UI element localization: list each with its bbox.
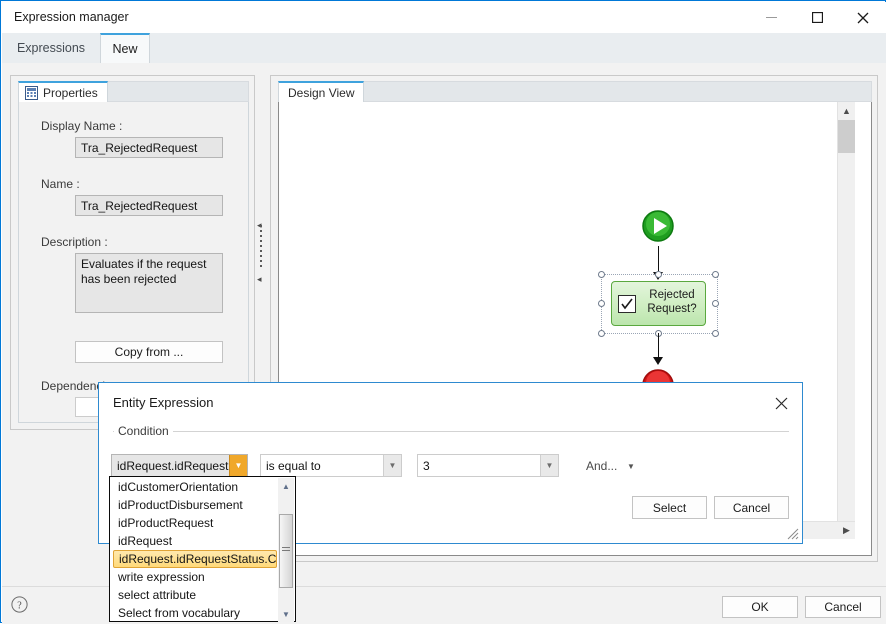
list-item[interactable]: idProductRequest [111,514,279,532]
dialog-cancel-button[interactable]: Cancel [714,496,789,519]
window-title: Expression manager [14,10,129,24]
dialog-resize-grip-icon[interactable] [787,528,799,540]
attribute-dropdown-list[interactable]: idCustomerOrientation idProductDisbursem… [109,476,296,622]
tab-design-view[interactable]: Design View [278,81,365,102]
dropdown-scroll-thumb-grip [282,547,290,553]
help-icon[interactable]: ? [11,596,28,616]
connector-end-arrowhead-icon [653,357,663,365]
scroll-up-icon[interactable]: ▲ [838,102,855,119]
name-label: Name : [41,177,80,191]
close-button[interactable] [840,2,886,33]
connector-start-to-task [658,246,659,274]
design-view-tabstrip-background [278,81,872,102]
ok-label: OK [751,600,769,614]
properties-grid-icon [25,85,38,100]
display-name-label: Display Name : [41,119,123,133]
splitter-collapse-down-icon[interactable]: ◂ [257,275,262,284]
operator-combobox-value: is equal to [266,458,321,473]
list-item[interactable]: Select from vocabulary [111,604,279,622]
minimize-icon [765,17,777,18]
canvas-vscroll-thumb[interactable] [838,120,855,153]
decision-node-label: Rejected Request? [647,289,697,315]
list-item[interactable]: select attribute [111,586,279,604]
select-button[interactable]: Select [632,496,707,519]
main-tab-strip: Expressions New [2,33,886,64]
operator-combobox-chevron-down-icon[interactable]: ▼ [383,455,401,476]
svg-text:?: ? [17,600,22,611]
resize-handle-n[interactable] [655,271,662,278]
list-item[interactable]: idCustomerOrientation [111,478,279,496]
dialog-cancel-button-label: Cancel [732,500,771,515]
description-input[interactable]: Evaluates if the request has been reject… [75,253,223,313]
footer-cancel-label: Cancel [824,600,862,614]
tab-new-label: New [112,42,138,56]
condition-group-divider [113,431,789,432]
copy-from-label: Copy from ... [114,345,184,359]
checkbox-task-icon [618,295,636,313]
attribute-combobox-chevron-down-icon[interactable]: ▼ [229,455,247,476]
maximize-button[interactable] [794,2,840,33]
dialog-title: Entity Expression [113,395,214,410]
list-item[interactable]: write expression [111,568,279,586]
description-label: Description : [41,235,108,249]
ok-button[interactable]: OK [722,596,798,618]
close-icon [775,397,787,409]
list-item[interactable]: idRequest [111,532,279,550]
operand-combobox-chevron-down-icon[interactable]: ▼ [540,455,558,476]
list-item[interactable]: idProductDisbursement [111,496,279,514]
list-item-selected[interactable]: idRequest.idRequestStatus.Co [113,550,277,568]
dropdown-scroll-up-icon[interactable]: ▲ [278,478,294,494]
name-input[interactable]: Tra_RejectedRequest [75,195,223,216]
start-node[interactable] [638,206,678,246]
minimize-button[interactable] [748,2,794,33]
resize-handle-w[interactable] [598,300,605,307]
operand-combobox[interactable]: 3 ▼ [417,454,559,477]
decision-node[interactable]: Rejected Request? [611,281,706,326]
panel-splitter[interactable]: ◂ ◂ [255,75,267,430]
tab-design-view-label: Design View [288,85,355,100]
attribute-dropdown-items: idCustomerOrientation idProductDisbursem… [111,478,279,622]
conjunction-dropdown[interactable]: And... [586,459,617,473]
tab-new[interactable]: New [100,33,150,63]
scroll-right-icon[interactable]: ▶ [838,522,855,539]
splitter-grip[interactable] [260,225,262,269]
resize-handle-ne[interactable] [712,271,719,278]
tab-expressions-label: Expressions [16,41,86,55]
canvas-vertical-scrollbar[interactable]: ▲ ▼ [837,102,855,539]
resize-handle-sw[interactable] [598,330,605,337]
conjunction-label: And... [586,459,618,473]
tab-properties-label: Properties [43,85,98,100]
conjunction-chevron-down-icon[interactable]: ▼ [627,462,635,471]
expression-manager-window: Expression manager Expressions New Displ… [0,0,886,624]
properties-panel-body: Display Name : Tra_RejectedRequest Name … [18,101,249,423]
operator-combobox[interactable]: is equal to ▼ [260,454,402,477]
attribute-combobox[interactable]: idRequest.idRequestS ▼ [111,454,248,477]
dropdown-scroll-down-icon[interactable]: ▼ [278,606,294,622]
footer-cancel-button[interactable]: Cancel [805,596,881,618]
condition-group-label: Condition [114,424,173,438]
resize-handle-e[interactable] [712,300,719,307]
tab-properties[interactable]: Properties [18,81,108,102]
window-controls [748,2,886,33]
maximize-icon [811,12,823,23]
select-button-label: Select [652,500,687,515]
title-bar: Expression manager [2,2,886,33]
operand-combobox-value: 3 [423,458,430,473]
dialog-close-button[interactable] [766,389,796,417]
resize-handle-se[interactable] [712,330,719,337]
display-name-input[interactable]: Tra_RejectedRequest [75,137,223,158]
resize-handle-nw[interactable] [598,271,605,278]
properties-panel: Display Name : Tra_RejectedRequest Name … [10,75,255,430]
copy-from-button[interactable]: Copy from ... [75,341,223,363]
attribute-combobox-value: idRequest.idRequestS [117,458,237,473]
dropdown-scrollbar[interactable]: ▲ ▼ [278,478,294,622]
tab-expressions[interactable]: Expressions [2,33,100,63]
close-icon [857,12,869,23]
